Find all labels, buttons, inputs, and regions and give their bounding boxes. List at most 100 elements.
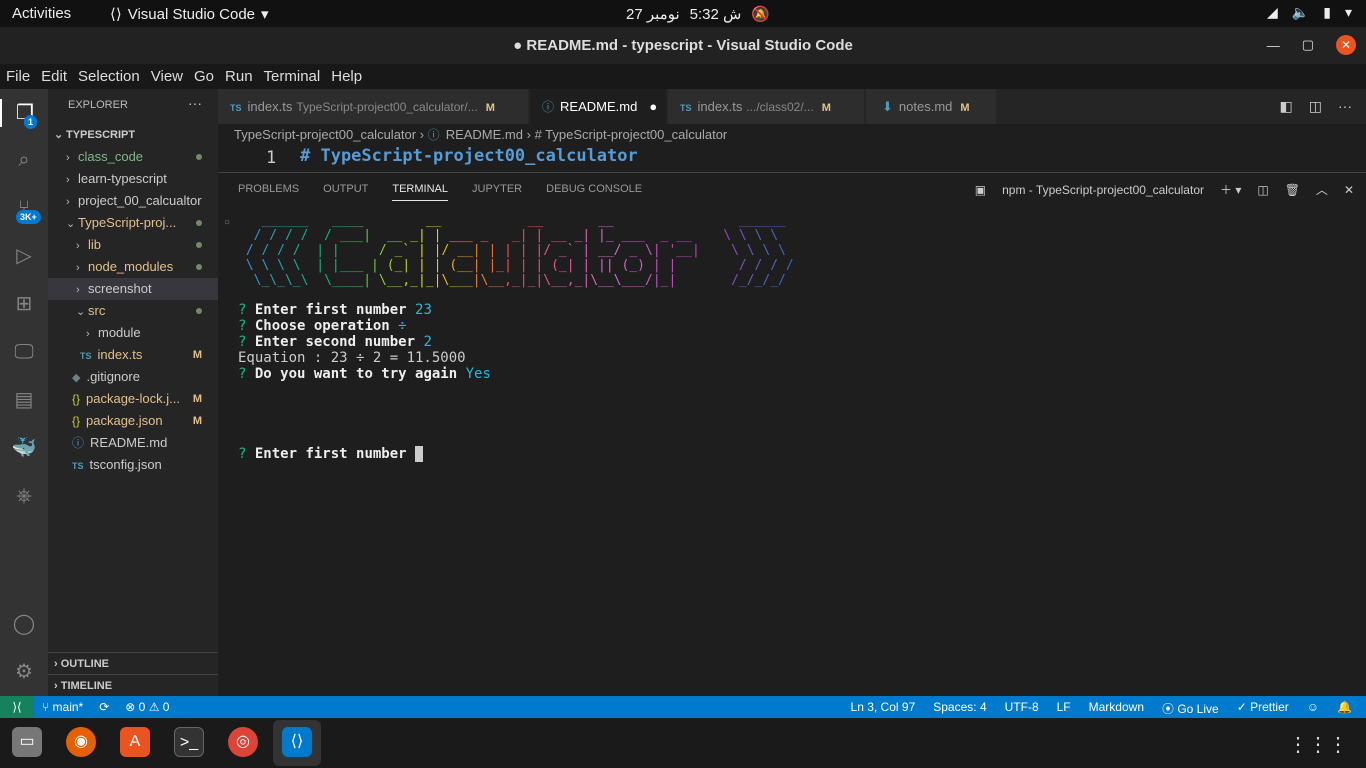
language-mode[interactable]: Markdown: [1089, 700, 1144, 717]
terminal-output[interactable]: ______ ____ __ __ __ ______ / / / / / __…: [238, 213, 794, 462]
tree-file-package-json[interactable]: {} package.json M: [48, 410, 218, 432]
sync-icon[interactable]: ⟳: [99, 700, 109, 714]
tree-folder-lib[interactable]: › lib: [48, 234, 218, 256]
remote-icon[interactable]: ⟩⟨: [0, 696, 34, 718]
menu-go[interactable]: Go: [194, 64, 214, 89]
show-apps-icon[interactable]: ⋮⋮⋮: [1288, 732, 1348, 757]
notebook-icon[interactable]: ▤: [10, 386, 38, 414]
tab-notes-md[interactable]: ⬇ notes.md M: [866, 89, 996, 124]
tab-index-ts[interactable]: TS index.ts TypeScript-project00_calculato…: [218, 89, 528, 124]
docker-icon[interactable]: 🐳: [10, 434, 38, 462]
menu-terminal[interactable]: Terminal: [264, 64, 321, 89]
split-editor-icon[interactable]: ◫: [1309, 98, 1322, 115]
maximize-button[interactable]: ▢: [1302, 37, 1314, 53]
remote-explorer-icon[interactable]: 🖵: [10, 338, 38, 366]
problems-indicator[interactable]: ⊗ 0 ⚠ 0: [125, 700, 169, 714]
search-icon[interactable]: ⌕: [10, 146, 38, 174]
terminal-app-icon[interactable]: >_: [174, 727, 204, 757]
unsaved-dot-icon[interactable]: ●: [649, 99, 657, 114]
minimize-button[interactable]: —: [1267, 38, 1280, 53]
extensions-icon[interactable]: ⊞: [10, 290, 38, 318]
breadcrumb-symbol[interactable]: # TypeScript-project00_calculator: [535, 127, 728, 142]
kubernetes-icon[interactable]: ⎈: [10, 482, 38, 510]
terminal-selector[interactable]: npm - TypeScript-project00_calculator: [1002, 183, 1204, 197]
panel-tab-problems[interactable]: PROBLEMS: [238, 183, 299, 201]
activities-button[interactable]: Activities: [12, 5, 71, 22]
chevron-right-icon: ›: [66, 196, 70, 208]
chrome-icon[interactable]: ◎: [228, 727, 258, 757]
maximize-panel-icon[interactable]: ︿: [1316, 181, 1328, 198]
more-actions-icon[interactable]: ···: [1338, 98, 1352, 115]
tree-folder-learn-typescript[interactable]: › learn-typescript: [48, 168, 218, 190]
gear-icon[interactable]: ⚙: [10, 658, 38, 686]
editor-line-text[interactable]: # TypeScript-project00_calculator: [300, 146, 638, 166]
tree-folder-node-modules[interactable]: › node_modules: [48, 256, 218, 278]
app-menu[interactable]: ⟨⟩ Visual Studio Code ▾: [110, 5, 269, 24]
editor-area[interactable]: 1 # TypeScript-project00_calculator: [218, 146, 1366, 170]
trash-icon[interactable]: 🗑: [1285, 183, 1300, 197]
go-live-button[interactable]: ⦿ Go Live: [1162, 700, 1219, 717]
menu-selection[interactable]: Selection: [78, 64, 140, 89]
bell-icon[interactable]: 🔔: [1337, 700, 1352, 717]
end-of-line[interactable]: LF: [1057, 700, 1071, 717]
prettier-button[interactable]: ✓ Prettier: [1237, 700, 1289, 717]
branch-indicator[interactable]: ⑂ main*: [42, 700, 83, 714]
menu-view[interactable]: View: [151, 64, 183, 89]
account-icon[interactable]: ◯: [10, 610, 38, 638]
tree-file-package-lock[interactable]: {} package-lock.j... M: [48, 388, 218, 410]
encoding[interactable]: UTF-8: [1005, 700, 1039, 717]
panel-tab-jupyter[interactable]: JUPYTER: [472, 183, 522, 201]
software-center-icon[interactable]: A: [120, 727, 150, 757]
tree-folder-module[interactable]: › module: [48, 322, 218, 344]
panel-tab-terminal[interactable]: TERMINAL: [392, 183, 448, 201]
split-terminal-icon[interactable]: ◫: [1257, 183, 1268, 197]
explorer-sidebar: EXPLORER ··· ⌄ TYPESCRIPT › class_code › le…: [48, 89, 218, 696]
system-tray[interactable]: ◢ 🔈 ▮ ▾: [1267, 4, 1352, 21]
calculator-ascii-banner: ______ ____ __ __ __ ______ / / / / / __…: [238, 213, 794, 288]
tab-index-ts-class02[interactable]: TS index.ts .../class02/... M: [668, 89, 864, 124]
workspace-root[interactable]: ⌄ TYPESCRIPT: [48, 124, 218, 146]
menu-help[interactable]: Help: [331, 64, 362, 89]
clock[interactable]: 27 نومبر 5:32 ش 🔕: [626, 5, 770, 23]
more-actions-icon[interactable]: ···: [188, 95, 202, 111]
tree-folder-class-code[interactable]: › class_code: [48, 146, 218, 168]
feedback-icon[interactable]: ☺: [1307, 700, 1319, 717]
close-button[interactable]: ✕: [1336, 35, 1356, 55]
tree-folder-src[interactable]: ⌄ src: [48, 300, 218, 322]
cursor-position[interactable]: Ln 3, Col 97: [851, 700, 916, 717]
vscode-icon[interactable]: ⟨⟩: [282, 727, 312, 757]
outline-section[interactable]: › OUTLINE: [48, 652, 218, 674]
tree-folder-typescript-project[interactable]: ⌄ TypeScript-proj...: [48, 212, 218, 234]
indentation[interactable]: Spaces: 4: [933, 700, 986, 717]
menu-file[interactable]: File: [6, 64, 30, 89]
open-preview-icon[interactable]: ◧: [1280, 98, 1293, 115]
new-terminal-icon[interactable]: ＋ ▾: [1220, 181, 1241, 198]
menu-edit[interactable]: Edit: [41, 64, 67, 89]
firefox-icon[interactable]: ◉: [66, 727, 96, 757]
chevron-right-icon: ›: [76, 284, 80, 296]
tree-file-gitignore[interactable]: ◆ .gitignore: [48, 366, 218, 388]
files-icon[interactable]: ▭: [12, 727, 42, 757]
source-control-badge: 3K+: [16, 210, 41, 224]
tree-file-readme[interactable]: ⓘ README.md: [48, 432, 218, 454]
modified-dot: [196, 308, 202, 314]
tree-file-index-ts[interactable]: TS index.ts M: [48, 344, 218, 366]
panel-tab-debug-console[interactable]: DEBUG CONSOLE: [546, 183, 642, 201]
git-branch-icon: ⑂: [42, 700, 53, 714]
menu-run[interactable]: Run: [225, 64, 253, 89]
terminal-current-prompt[interactable]: ? Enter first number: [238, 446, 794, 462]
breadcrumb-file[interactable]: README.md: [446, 127, 523, 142]
close-panel-icon[interactable]: ✕: [1344, 183, 1354, 197]
breadcrumb-folder[interactable]: TypeScript-project00_calculator: [234, 127, 416, 142]
tree-folder-project-00[interactable]: › project_00_calcualtor: [48, 190, 218, 212]
terminal-cursor: [415, 446, 424, 462]
panel-tab-output[interactable]: OUTPUT: [323, 183, 368, 201]
tab-readme[interactable]: ⓘ README.md ●: [530, 89, 666, 124]
wifi-icon: ◢: [1267, 4, 1278, 20]
os-top-bar: Activities ⟨⟩ Visual Studio Code ▾ 27 نو…: [0, 0, 1366, 27]
tree-file-tsconfig[interactable]: TS tsconfig.json: [48, 454, 218, 476]
chevron-right-icon: ›: [54, 658, 61, 670]
tree-folder-screenshot[interactable]: › screenshot: [48, 278, 218, 300]
run-debug-icon[interactable]: ▷: [10, 242, 38, 270]
timeline-section[interactable]: › TIMELINE: [48, 674, 218, 696]
